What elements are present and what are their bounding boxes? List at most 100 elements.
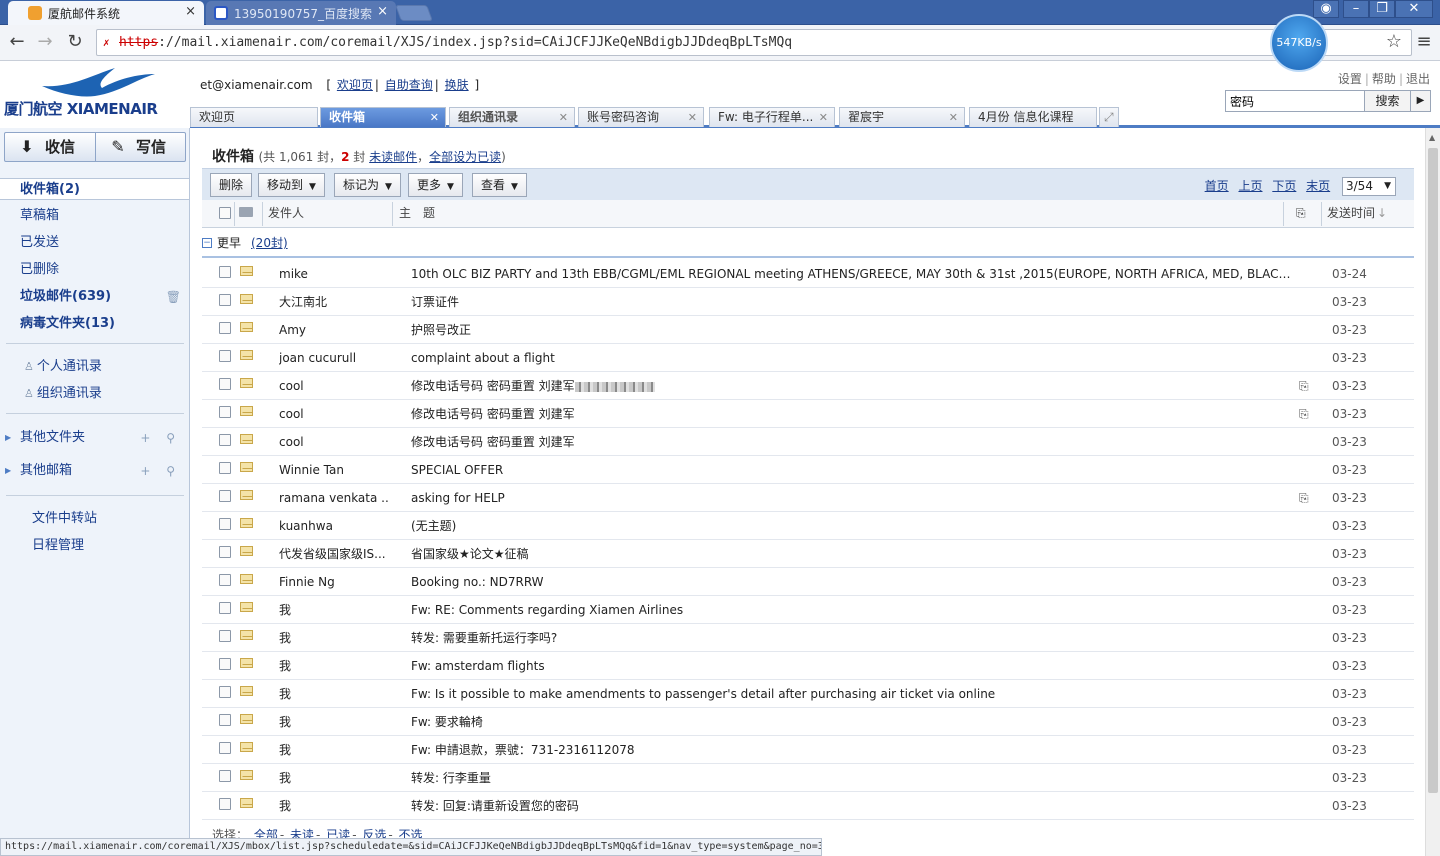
sidebar-item-calendar[interactable]: 日程管理 (0, 535, 189, 557)
tab-org-contacts[interactable]: 组织通讯录 ✕ (449, 107, 575, 127)
message-subject[interactable]: 修改电话号码 密码重置 刘建军 (411, 372, 1291, 400)
row-checkbox[interactable] (219, 490, 231, 502)
message-sender[interactable]: 大江南北 (279, 288, 389, 316)
row-checkbox[interactable] (219, 462, 231, 474)
group-count-link[interactable]: (20封) (251, 228, 288, 258)
scroll-up-icon[interactable]: ▲ (1429, 133, 1435, 142)
message-sender[interactable]: 我 (279, 764, 389, 792)
row-checkbox[interactable] (219, 322, 231, 334)
message-subject[interactable]: SPECIAL OFFER (411, 456, 1291, 484)
row-checkbox[interactable] (219, 294, 231, 306)
row-checkbox[interactable] (219, 434, 231, 446)
message-subject[interactable]: (无主题) (411, 512, 1291, 540)
select-all-checkbox[interactable] (219, 207, 231, 219)
mark-all-read-link[interactable]: 全部设为已读 (429, 150, 501, 164)
sidebar-item-other-folders[interactable]: ▶ 其他文件夹 + ⚲ (0, 427, 189, 449)
prev-page-link[interactable]: 上页 (1238, 179, 1262, 193)
row-checkbox[interactable] (219, 266, 231, 278)
message-row[interactable]: 我 Fw: amsterdam flights 03-23 (202, 652, 1414, 680)
message-sender[interactable]: cool (279, 372, 389, 400)
row-checkbox[interactable] (219, 630, 231, 642)
welcome-link[interactable]: 欢迎页 (337, 78, 373, 92)
add-folder-icon[interactable]: + ⚲ (140, 427, 181, 449)
message-row[interactable]: 我 Fw: Is it possible to make amendments t… (202, 680, 1414, 708)
row-checkbox[interactable] (219, 574, 231, 586)
sidebar-item-file-transfer[interactable]: 文件中转站 (0, 508, 189, 530)
message-sender[interactable]: cool (279, 428, 389, 456)
message-row[interactable]: 我 Fw: RE: Comments regarding Xiamen Airli… (202, 596, 1414, 624)
view-button[interactable]: 查看 ▼ (472, 173, 527, 197)
row-checkbox[interactable] (219, 714, 231, 726)
message-sender[interactable]: Winnie Tan (279, 456, 389, 484)
last-page-link[interactable]: 末页 (1306, 179, 1330, 193)
add-mailbox-icon[interactable]: + ⚲ (140, 460, 181, 482)
message-subject[interactable]: complaint about a flight (411, 344, 1291, 372)
user-profile-icon[interactable]: ◉ (1313, 0, 1339, 18)
message-subject[interactable]: 10th OLC BIZ PARTY and 13th EBB/CGML/EML… (411, 260, 1291, 288)
unread-mail-link[interactable]: 未读邮件 (369, 150, 417, 164)
row-checkbox[interactable] (219, 406, 231, 418)
sidebar-item-inbox[interactable]: 收件箱(2) (0, 178, 189, 200)
message-subject[interactable]: Booking no.: ND7RRW (411, 568, 1291, 596)
message-row[interactable]: kuanhwa (无主题) 03-23 (202, 512, 1414, 540)
close-tab-icon[interactable]: ✕ (688, 108, 697, 127)
mark-as-button[interactable]: 标记为 ▼ (334, 173, 401, 197)
message-subject[interactable]: 修改电话号码 密码重置 刘建军 (411, 428, 1291, 456)
close-tab-icon[interactable]: × (377, 4, 388, 19)
receive-button[interactable]: ⬇ 收信 (5, 133, 95, 161)
message-subject[interactable]: asking for HELP (411, 484, 1291, 512)
bookmark-star-icon[interactable]: ☆ (1383, 31, 1405, 53)
message-row[interactable]: 我 Fw: 申請退款，票號：731-2316112078 03-23 (202, 736, 1414, 764)
tab-april-course[interactable]: 4月份 信息化课程 (969, 107, 1097, 127)
message-sender[interactable]: Amy (279, 316, 389, 344)
address-bar[interactable]: ✗ https://mail.xiamenair.com/coremail/XJS… (96, 29, 1412, 56)
sidebar-item-other-mailboxes[interactable]: ▶ 其他邮箱 + ⚲ (0, 460, 189, 482)
attachment-column-icon[interactable]: ⎘ (1296, 200, 1306, 227)
message-row[interactable]: ramana venkata ... asking for HELP ⎘ 03-23 (202, 484, 1414, 512)
close-tab-icon[interactable]: ✕ (819, 108, 828, 127)
message-sender[interactable]: 代发省级国家级IS... (279, 540, 389, 568)
self-service-link[interactable]: 自助查询 (385, 78, 433, 92)
tab-inbox[interactable]: 收件箱 ✕ (320, 107, 446, 127)
scrollbar[interactable]: ▲ (1425, 128, 1440, 856)
read-status-column-icon[interactable] (239, 207, 253, 217)
message-sender[interactable]: mike (279, 260, 389, 288)
more-button[interactable]: 更多 ▼ (408, 173, 463, 197)
collapse-icon[interactable]: − (202, 238, 212, 248)
close-tab-icon[interactable]: ✕ (430, 108, 439, 127)
expand-icon[interactable]: ▶ (5, 427, 11, 449)
next-page-link[interactable]: 下页 (1272, 179, 1296, 193)
sidebar-item-virus[interactable]: 病毒文件夹(13) (0, 313, 189, 335)
settings-link[interactable]: 设置 (1338, 72, 1362, 86)
message-subject[interactable]: Fw: RE: Comments regarding Xiamen Airlin… (411, 596, 1291, 624)
message-subject[interactable]: 省国家级★论文★征稿 (411, 540, 1291, 568)
move-to-button[interactable]: 移动到 ▼ (258, 173, 325, 197)
tab-e-itinerary[interactable]: Fw: 电子行程单... ✕ (709, 107, 835, 127)
row-checkbox[interactable] (219, 798, 231, 810)
message-row[interactable]: Amy 护照号改正 03-23 (202, 316, 1414, 344)
message-sender[interactable]: 我 (279, 736, 389, 764)
empty-trash-icon[interactable]: 🗑 (166, 286, 181, 308)
new-tab-button[interactable] (395, 5, 433, 21)
close-tab-icon[interactable]: × (185, 4, 196, 19)
row-checkbox[interactable] (219, 686, 231, 698)
menu-icon[interactable]: ≡ (1413, 31, 1435, 53)
message-sender[interactable]: 我 (279, 596, 389, 624)
restore-icon[interactable]: ❐ (1369, 0, 1395, 18)
message-row[interactable]: 我 转发: 回复:请重新设置您的密码 03-23 (202, 792, 1414, 820)
browser-tab-mail[interactable]: 厦航邮件系统 × (8, 1, 204, 25)
forward-icon[interactable]: → (34, 31, 56, 53)
message-row[interactable]: 我 转发: 需要重新托运行李吗? 03-23 (202, 624, 1414, 652)
page-select[interactable]: 3/54 ▼ (1342, 177, 1396, 196)
message-sender[interactable]: ramana venkata ... (279, 484, 389, 512)
subject-column-header[interactable]: 主 题 (399, 200, 435, 227)
message-subject[interactable]: Fw: amsterdam flights (411, 652, 1291, 680)
message-sender[interactable]: 我 (279, 652, 389, 680)
message-row[interactable]: mike 10th OLC BIZ PARTY and 13th EBB/CGML… (202, 260, 1414, 288)
tab-zhai[interactable]: 翟宸宇 ✕ (839, 107, 965, 127)
message-row[interactable]: cool 修改电话号码 密码重置 刘建军 ⎘ 03-23 (202, 400, 1414, 428)
minimize-icon[interactable]: – (1343, 0, 1369, 18)
message-row[interactable]: 我 Fw: 要求輪椅 03-23 (202, 708, 1414, 736)
message-subject[interactable]: 修改电话号码 密码重置 刘建军 (411, 400, 1291, 428)
row-checkbox[interactable] (219, 378, 231, 390)
